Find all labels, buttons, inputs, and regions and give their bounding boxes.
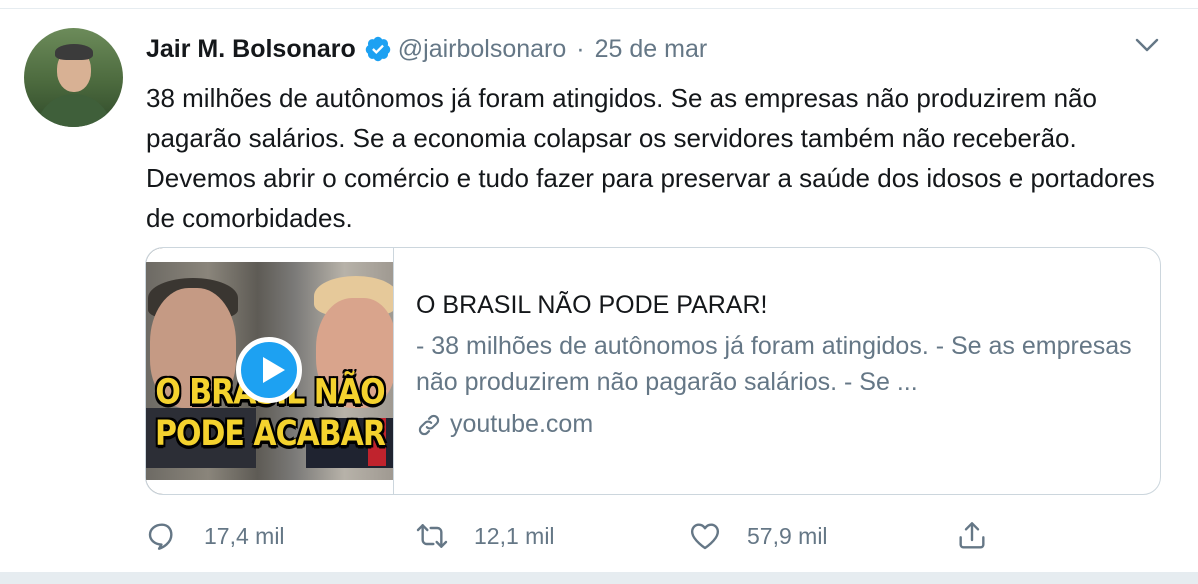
top-divider [0, 8, 1198, 9]
avatar-shirt [36, 94, 112, 127]
retweet-button[interactable]: 12,1 mil [416, 516, 555, 556]
avatar-hair [55, 44, 93, 60]
reply-count: 17,4 mil [204, 522, 285, 549]
retweet-count: 12,1 mil [474, 522, 555, 549]
thumbnail-letterbox-bottom [146, 480, 393, 494]
chevron-down-icon[interactable] [1134, 36, 1160, 54]
like-button[interactable]: 57,9 mil [689, 516, 828, 556]
reply-icon [148, 523, 173, 550]
card-description: - 38 milhões de autônomos já foram ating… [416, 332, 1132, 396]
author-handle[interactable]: @jairbolsonaro [398, 35, 567, 64]
card-domain[interactable]: youtube.com [416, 410, 1146, 439]
avatar[interactable] [24, 28, 123, 127]
card-body: O BRASIL NÃO PODE PARAR! - 38 milhões de… [416, 288, 1146, 439]
tweet-date[interactable]: 25 de mar [595, 35, 708, 64]
reply-button[interactable]: 17,4 mil [146, 516, 285, 556]
thumbnail-letterbox-top [146, 248, 393, 262]
share-button[interactable] [956, 516, 988, 556]
play-icon[interactable] [236, 337, 302, 403]
tweet-actions: 17,4 mil 12,1 mil 57,9 mil [146, 516, 1016, 556]
verified-badge-icon [365, 36, 391, 62]
header-separator: · [576, 34, 585, 63]
card-title: O BRASIL NÃO PODE PARAR! [416, 291, 768, 319]
heart-icon [690, 523, 720, 550]
tweet-header: Jair M. Bolsonaro @jairbolsonaro · 25 de… [146, 33, 707, 65]
card-domain-label: youtube.com [450, 410, 594, 438]
like-count: 57,9 mil [747, 522, 828, 549]
tweet-text: 38 milhões de autônomos já foram atingid… [146, 83, 1155, 233]
timeline-separator [0, 572, 1198, 584]
video-thumbnail[interactable]: O BRASIL NÃO PODE ACABAR [146, 248, 394, 494]
author-name[interactable]: Jair M. Bolsonaro [146, 35, 356, 64]
share-icon [959, 522, 985, 549]
link-card[interactable]: O BRASIL NÃO PODE ACABAR O BRASIL NÃO PO… [145, 247, 1161, 495]
retweet-icon [416, 524, 448, 548]
link-icon [418, 414, 440, 435]
